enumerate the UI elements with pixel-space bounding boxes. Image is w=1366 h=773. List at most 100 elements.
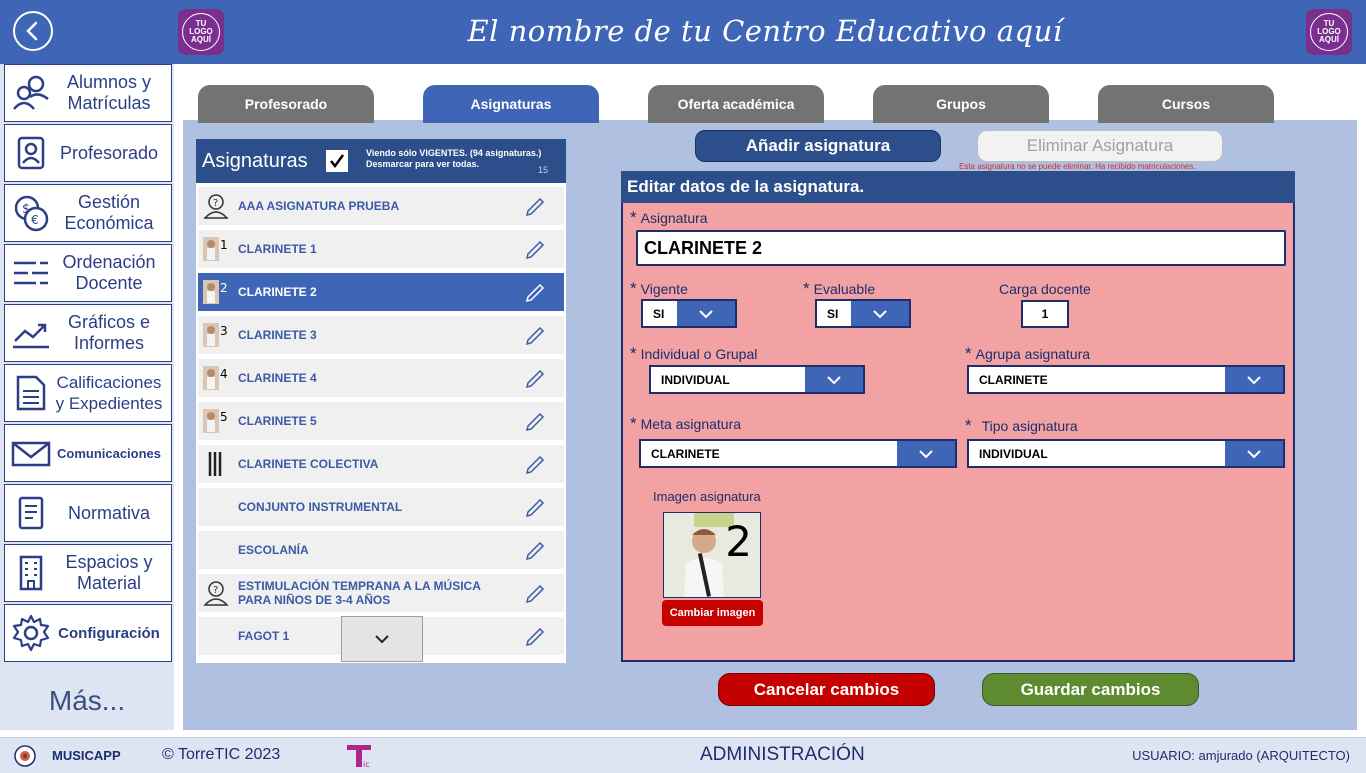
dropdown-value: CLARINETE (979, 372, 1048, 387)
change-image-button[interactable]: Cambiar imagen (662, 600, 763, 626)
user-info: USUARIO: amjurado (ARQUITECTO) (1132, 748, 1350, 763)
sidebar-more-button[interactable]: Más... (0, 671, 174, 730)
back-button[interactable] (13, 11, 53, 51)
sidebar-item-comunicaciones[interactable]: Comunicaciones (4, 424, 172, 482)
tab-profesorado[interactable]: Profesorado (198, 85, 374, 123)
sidebar-item-espacios[interactable]: Espacios y Material (4, 544, 172, 602)
tab-oferta-academica[interactable]: Oferta académica (648, 85, 824, 123)
evaluable-dropdown[interactable]: SI (815, 299, 911, 328)
list-header: Asignaturas Viendo sólo VIGENTES. (94 as… (196, 139, 566, 183)
teacher-icon (17, 136, 45, 170)
tipo-dropdown[interactable]: INDIVIDUAL (967, 439, 1285, 468)
svg-text:5: 5 (220, 410, 228, 424)
delete-subject-button[interactable]: Eliminar Asignatura (977, 130, 1223, 162)
sidebar-item-ordenacion[interactable]: Ordenación Docente (4, 244, 172, 302)
app-header: TU LOGO AQUÍ El nombre de tu Centro Educ… (0, 0, 1366, 64)
sidebar-item-gestion[interactable]: $ € Gestión Económica (4, 184, 172, 242)
placeholder-person-icon: ? (203, 194, 229, 219)
sidebar-item-normativa[interactable]: Normativa (4, 484, 172, 542)
edit-icon[interactable] (524, 583, 546, 605)
list-item-selected[interactable]: 2 CLARINETE 2 (198, 273, 564, 311)
list-item[interactable]: 4 CLARINETE 4 (198, 359, 564, 397)
tab-asignaturas[interactable]: Asignaturas (423, 85, 599, 123)
list-item-label: ESTIMULACIÓN TEMPRANA A LA MÚSICA PARA N… (238, 579, 481, 607)
edit-icon[interactable] (524, 540, 546, 562)
label-text: Vigente (640, 281, 688, 297)
list-item[interactable]: CONJUNTO INSTRUMENTAL (198, 488, 564, 526)
vigente-label: * Vigente (630, 279, 688, 299)
list-item[interactable]: CLARINETE COLECTIVA (198, 445, 564, 483)
dropdown-arrow[interactable] (897, 441, 955, 466)
dropdown-arrow[interactable] (1225, 441, 1283, 466)
edit-icon[interactable] (524, 626, 546, 648)
chevron-down-icon (1247, 375, 1261, 384)
subject-list: ? AAA ASIGNATURA PRUEBA 1 CLARINETE 1 2 … (196, 183, 566, 663)
page-title: El nombre de tu Centro Educativo aquí (467, 14, 1063, 48)
app-name: MUSICAPP (52, 748, 121, 763)
sidebar-item-label: Ordenación Docente (62, 252, 156, 293)
list-item[interactable]: ESCOLANÍA (198, 531, 564, 569)
meta-label: * Meta asignatura (630, 414, 741, 434)
dropdown-value: SI (653, 306, 665, 321)
sidebar-item-calificaciones[interactable]: Calificaciones y Expedientes (4, 364, 172, 422)
scroll-down-button[interactable] (341, 616, 423, 662)
dropdown-value: INDIVIDUAL (661, 372, 730, 387)
sidebar-item-alumnos[interactable]: Alumnos y Matrículas (4, 64, 172, 122)
vigente-dropdown[interactable]: SI (641, 299, 737, 328)
asignatura-input[interactable]: CLARINETE 2 (636, 230, 1286, 266)
list-item-label: CLARINETE 1 (238, 242, 317, 256)
chevron-down-icon (919, 449, 933, 458)
edit-icon[interactable] (524, 497, 546, 519)
dropdown-arrow[interactable] (1225, 367, 1283, 392)
delete-warning: Esta asignatura no se puede eliminar. Ha… (959, 162, 1196, 171)
edit-icon[interactable] (524, 368, 546, 390)
tab-cursos[interactable]: Cursos (1098, 85, 1274, 123)
tab-grupos[interactable]: Grupos (873, 85, 1049, 123)
required-star: * (803, 279, 810, 298)
clarinet-photo-1: 1 (203, 237, 228, 261)
edit-icon[interactable] (524, 411, 546, 433)
edit-icon[interactable] (524, 282, 546, 304)
label-text: Asignatura (640, 210, 708, 226)
dropdown-arrow[interactable] (677, 301, 735, 326)
vigentes-checkbox[interactable] (326, 150, 348, 172)
students-icon (13, 75, 49, 110)
dropdown-arrow[interactable] (805, 367, 863, 392)
svg-text:3: 3 (220, 324, 228, 338)
edit-icon[interactable] (524, 325, 546, 347)
list-item[interactable]: 1 CLARINETE 1 (198, 230, 564, 268)
rules-icon (18, 496, 44, 530)
list-item[interactable]: ? AAA ASIGNATURA PRUEBA (198, 187, 564, 225)
list-item-label: CLARINETE 2 (238, 285, 317, 299)
list-item-label: CLARINETE COLECTIVA (238, 457, 379, 471)
svg-text:4: 4 (220, 367, 228, 381)
carga-input[interactable]: 1 (1021, 300, 1069, 328)
required-star: * (965, 416, 972, 435)
agrupa-dropdown[interactable]: CLARINETE (967, 365, 1285, 394)
save-button[interactable]: Guardar cambios (982, 673, 1199, 706)
sidebar-item-label: Normativa (67, 502, 151, 523)
dropdown-arrow[interactable] (851, 301, 909, 326)
image-number: 2 (725, 517, 752, 566)
sidebar-item-graficos[interactable]: Gráficos e Informes (4, 304, 172, 362)
sidebar: Alumnos y Matrículas Profesorado $ € Gest… (0, 64, 174, 730)
add-subject-button[interactable]: Añadir asignatura (695, 130, 941, 162)
individual-dropdown[interactable]: INDIVIDUAL (649, 365, 865, 394)
list-item[interactable]: ? ESTIMULACIÓN TEMPRANA A LA MÚSICA PARA… (198, 574, 564, 612)
list-item-label: CLARINETE 5 (238, 414, 317, 428)
list-item[interactable]: 3 CLARINETE 3 (198, 316, 564, 354)
svg-text:?: ? (213, 198, 218, 209)
cancel-button[interactable]: Cancelar cambios (718, 673, 935, 706)
torretic-logo-icon: ic (347, 745, 371, 769)
required-star: * (630, 414, 637, 433)
meta-dropdown[interactable]: CLARINETE (639, 439, 957, 468)
edit-icon[interactable] (524, 454, 546, 476)
sidebar-item-configuracion[interactable]: Configuración (4, 604, 172, 662)
edit-icon[interactable] (524, 196, 546, 218)
edit-icon[interactable] (524, 239, 546, 261)
list-icon (14, 261, 48, 285)
sidebar-item-profesorado[interactable]: Profesorado (4, 124, 172, 182)
building-icon (19, 555, 43, 591)
list-item[interactable]: 5 CLARINETE 5 (198, 402, 564, 440)
document-icon (16, 375, 46, 411)
